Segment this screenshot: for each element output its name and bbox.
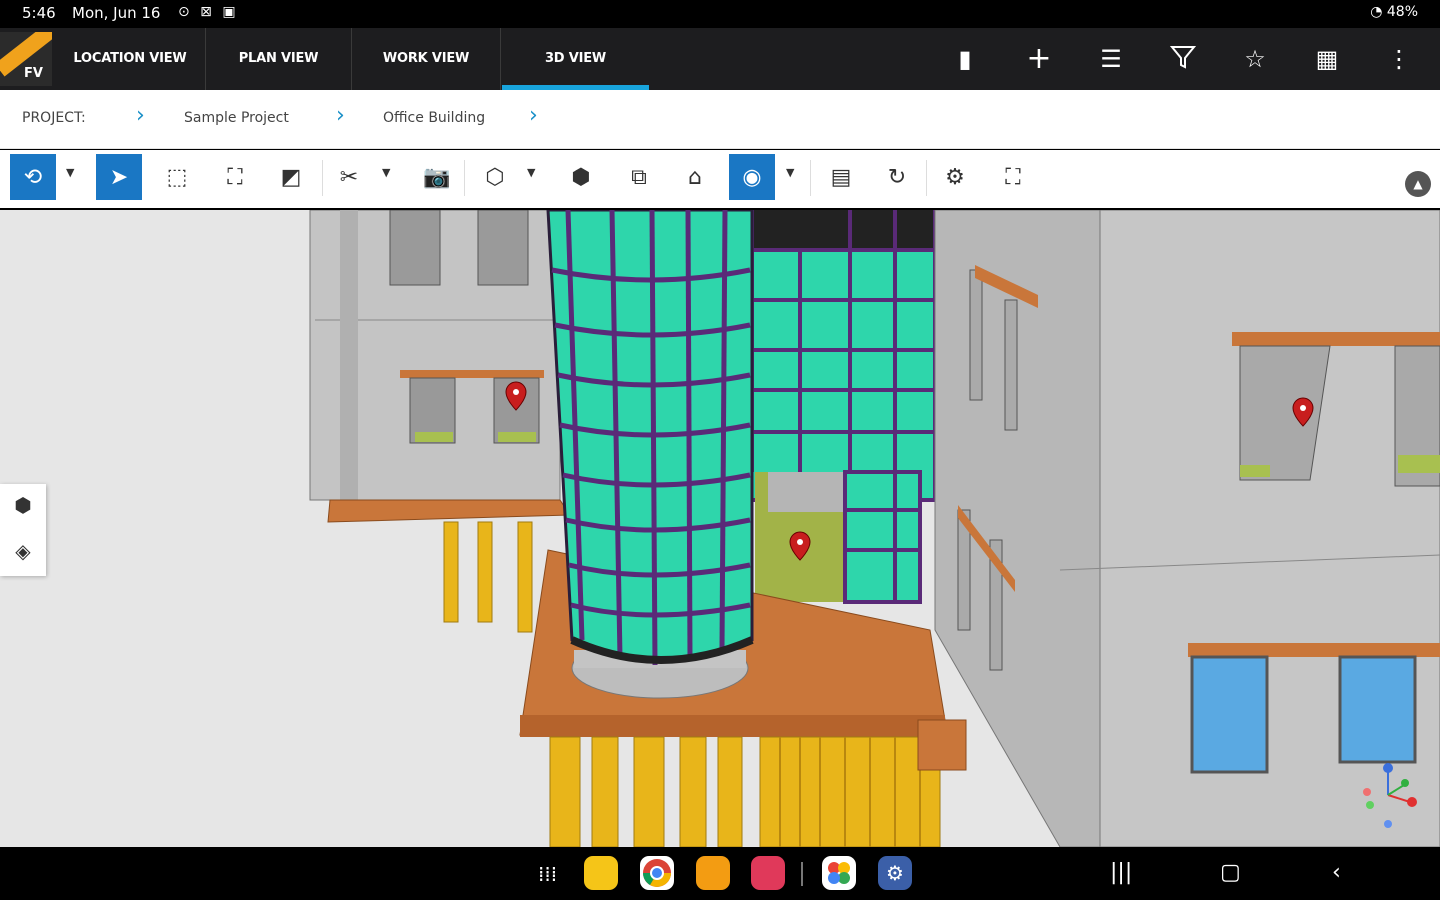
refresh-icon: ↻: [887, 164, 907, 190]
plus-icon[interactable]: +: [1024, 44, 1054, 74]
visibility-button[interactable]: ◉: [729, 154, 775, 200]
cut-tool-button[interactable]: ✂: [326, 154, 372, 200]
chevron-right-icon: ›: [136, 103, 145, 128]
camera-icon: 📷: [423, 164, 451, 190]
eye-icon: ◉: [742, 164, 762, 190]
scissors-icon: ✂: [339, 164, 359, 190]
cube-view-button[interactable]: ⬡: [472, 154, 518, 200]
ghost-button[interactable]: ⌂: [672, 154, 718, 200]
settings-button[interactable]: ⚙: [932, 154, 978, 200]
breadcrumb-sample-project[interactable]: Sample Project: [184, 110, 289, 126]
layers-panel-button[interactable]: ◈: [10, 538, 36, 564]
settings-icon[interactable]: ⚙: [878, 856, 912, 890]
breadcrumb-label: PROJECT:: [22, 110, 86, 126]
app-logo[interactable]: FV: [0, 32, 52, 86]
fullscreen-icon: ⛶: [1005, 164, 1021, 190]
orbit-tool-button[interactable]: ⟲: [10, 154, 56, 200]
chrome-icon[interactable]: [640, 856, 674, 890]
battery-indicator: ◔ 48%: [1370, 4, 1418, 20]
select-tool-button[interactable]: ➤: [96, 154, 142, 200]
box-button[interactable]: ⬢: [558, 154, 604, 200]
collapse-toolbar-button[interactable]: ▲: [1405, 171, 1431, 197]
snapshot-button[interactable]: 📷: [414, 154, 460, 200]
logo-text: FV: [24, 66, 43, 81]
box-icon: ⬢: [571, 164, 591, 190]
marquee-icon: ⬚: [166, 164, 188, 190]
home-icon[interactable]: ▢: [1220, 860, 1241, 885]
section-box-button[interactable]: ◩: [268, 154, 314, 200]
toolbar-divider: [810, 160, 811, 196]
tab-location-view[interactable]: LOCATION VIEW: [55, 28, 206, 90]
gear-icon: ⚙: [945, 164, 965, 190]
qr-icon[interactable]: ▦: [1312, 44, 1342, 74]
camera-icon[interactable]: [751, 856, 785, 890]
breadcrumb-office-building[interactable]: Office Building: [383, 110, 485, 126]
breadcrumb: PROJECT: › Sample Project › Office Build…: [0, 90, 1440, 149]
back-icon[interactable]: ‹: [1332, 860, 1341, 885]
more-icon[interactable]: ⋮: [1384, 44, 1414, 74]
star-icon[interactable]: ☆: [1240, 44, 1270, 74]
model-viewport[interactable]: [0, 210, 1440, 847]
fullscreen-button[interactable]: ⛶: [990, 154, 1036, 200]
orbit-dropdown-icon[interactable]: ▼: [66, 166, 80, 179]
layers-button[interactable]: ⧉: [616, 154, 662, 200]
filter-icon[interactable]: [1168, 44, 1198, 74]
toolbar-divider: [322, 160, 323, 196]
status-time: 5:46: [22, 4, 56, 22]
visibility-dropdown-icon[interactable]: ▼: [786, 166, 800, 179]
tab-3d-view[interactable]: 3D VIEW: [502, 28, 649, 90]
apps-icon[interactable]: ⁞⁞⁞: [538, 862, 557, 886]
app-icon[interactable]: [696, 856, 730, 890]
calculator-icon: ▤: [830, 164, 852, 190]
status-bar: 5:46 Mon, Jun 16 ⊙ ⊠ ▣ ◔ 48%: [0, 0, 1440, 28]
layers-icon: ⧉: [631, 164, 647, 190]
notification-icons: ⊙ ⊠ ▣: [178, 4, 239, 20]
orbit-icon: ⟲: [23, 164, 43, 190]
status-date: Mon, Jun 16: [72, 4, 161, 22]
reset-button[interactable]: ↻: [874, 154, 920, 200]
cube-dropdown-icon[interactable]: ▼: [527, 166, 541, 179]
box-select-button[interactable]: ⬚: [154, 154, 200, 200]
toolbar-divider: [926, 160, 927, 196]
model-cube-button[interactable]: ⬢: [10, 492, 36, 518]
cube-icon: ⬢: [14, 493, 32, 517]
fit-button[interactable]: ⛶: [212, 154, 258, 200]
recent-apps-icon[interactable]: |||: [1110, 860, 1132, 885]
side-panel: ⬢ ◈: [0, 484, 46, 576]
scan-icon[interactable]: ▮: [950, 44, 980, 74]
files-icon[interactable]: [584, 856, 618, 890]
cube-icon: ⬡: [485, 164, 505, 190]
battery-level: 48%: [1386, 4, 1418, 20]
tab-work-view[interactable]: WORK VIEW: [352, 28, 501, 90]
section-icon: ◩: [280, 164, 302, 190]
photos-icon[interactable]: [822, 856, 856, 890]
tab-plan-view[interactable]: PLAN VIEW: [206, 28, 352, 90]
dock-divider: [801, 862, 803, 886]
chevron-right-icon[interactable]: ›: [529, 103, 538, 128]
layers-icon: ◈: [15, 539, 31, 563]
chevron-right-icon: ›: [336, 103, 345, 128]
cut-dropdown-icon[interactable]: ▼: [382, 166, 396, 179]
fit-icon: ⛶: [227, 164, 243, 190]
building-model[interactable]: [0, 210, 1440, 847]
toolbar-divider: [464, 160, 465, 196]
ghost-icon: ⌂: [688, 164, 702, 190]
measure-button[interactable]: ▤: [818, 154, 864, 200]
list-icon[interactable]: ☰: [1096, 44, 1126, 74]
cursor-icon: ➤: [109, 164, 129, 190]
